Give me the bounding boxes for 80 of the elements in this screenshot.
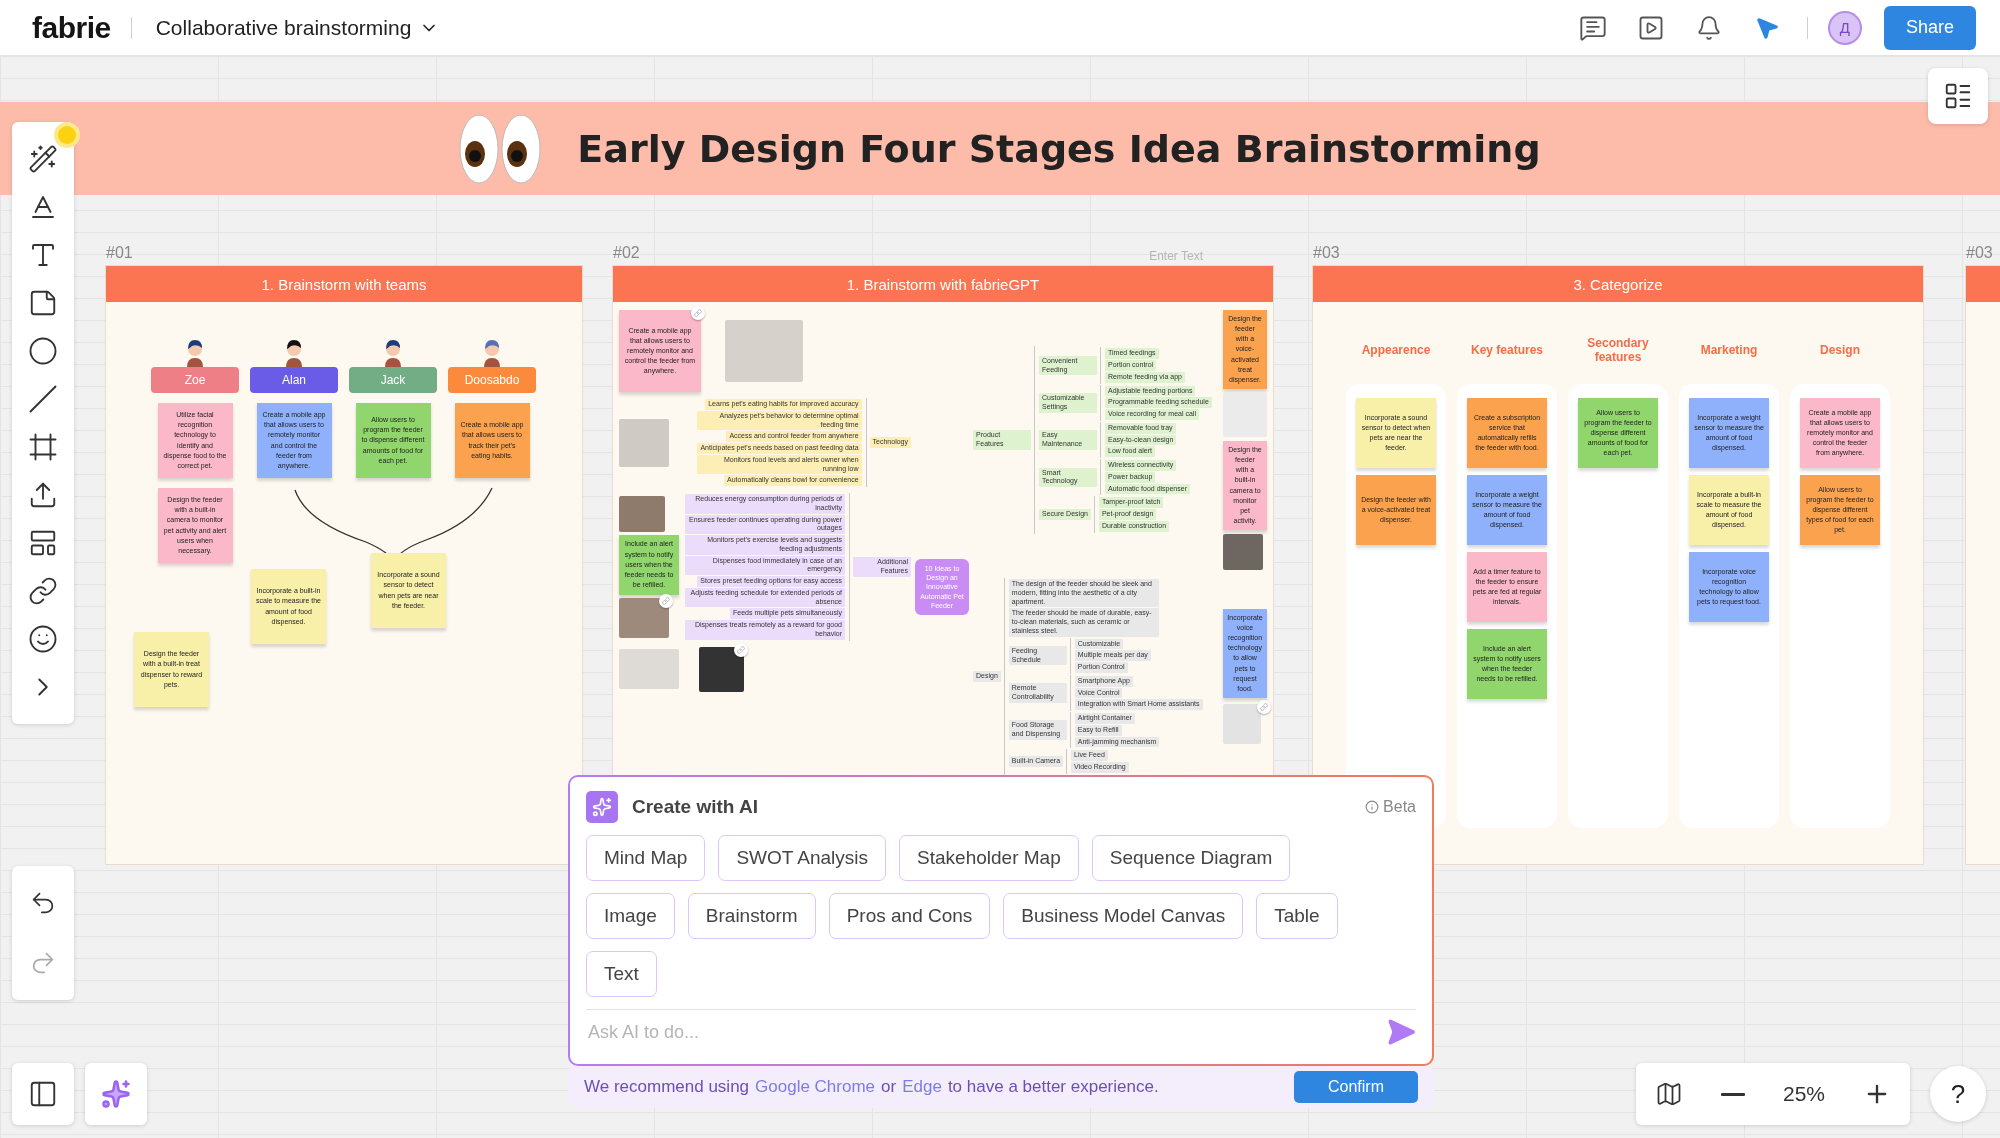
- send-button[interactable]: [1386, 1017, 1416, 1047]
- person-avatar-icon: [481, 337, 503, 367]
- photo-placeholder: [1223, 704, 1261, 745]
- sparkles-icon: [586, 791, 618, 823]
- template-option[interactable]: Table: [1256, 893, 1338, 939]
- person-avatar-icon: [382, 337, 404, 367]
- notification-dot: [58, 126, 76, 144]
- template-option[interactable]: Mind Map: [586, 835, 706, 881]
- zoom-out-button[interactable]: [1720, 1092, 1745, 1096]
- photo-placeholder: [1223, 534, 1263, 571]
- column-heading: Secondary features: [1586, 336, 1650, 364]
- link-badge-icon: [1257, 700, 1271, 715]
- zoom-level: 25%: [1782, 1082, 1825, 1106]
- frame-label: #03: [1966, 244, 1993, 262]
- sticky-note-icon: [28, 288, 58, 318]
- template-icon: [28, 528, 58, 558]
- info-icon: [1365, 800, 1380, 814]
- frame-hint: Enter Text: [1149, 249, 1203, 263]
- logo: fabrie: [32, 10, 111, 45]
- map-icon: [1655, 1080, 1683, 1108]
- photo-placeholder: [619, 418, 669, 467]
- column-heading: Key features: [1469, 343, 1544, 357]
- frame-header: 3. Categorize: [1313, 266, 1923, 302]
- panel-title: Create with AI: [632, 796, 758, 818]
- frame-icon: [28, 432, 58, 462]
- column-heading: Marketing: [1699, 343, 1759, 357]
- name-tag: Alan: [250, 367, 338, 393]
- link-icon: [28, 576, 58, 606]
- outline-button[interactable]: [1928, 68, 1988, 124]
- circle-icon: [28, 336, 58, 366]
- frame-label: #02: [613, 244, 640, 262]
- upload-icon: [28, 480, 58, 510]
- help-button[interactable]: ?: [1930, 1066, 1986, 1122]
- bell-icon: [1695, 14, 1722, 41]
- photo-placeholder: [619, 649, 679, 689]
- frame-label: #01: [106, 244, 133, 262]
- link-badge-icon: [734, 642, 748, 657]
- column-heading: Design: [1819, 343, 1861, 357]
- template-option[interactable]: SWOT Analysis: [718, 835, 887, 881]
- minimap-button[interactable]: [1655, 1080, 1683, 1108]
- column-heading: Appearence: [1360, 343, 1432, 357]
- sparkles-icon: [101, 1079, 131, 1109]
- person-avatar-icon: [184, 337, 206, 367]
- board-title-button[interactable]: Collaborative brainstorming: [151, 11, 444, 44]
- send-icon: [1386, 1017, 1416, 1047]
- template-option[interactable]: Pros and Cons: [828, 893, 991, 939]
- notice-text: or: [881, 1077, 897, 1097]
- template-option[interactable]: Stakeholder Map: [899, 835, 1079, 881]
- template-option[interactable]: Brainstorm: [687, 893, 816, 939]
- frame-header: 1. Brainstorm with fabrieGPT: [613, 266, 1273, 302]
- frame-header: 1. Brainstorm with teams: [106, 266, 582, 302]
- confirm-button[interactable]: Confirm: [1294, 1071, 1418, 1103]
- beta-label: Beta: [1383, 798, 1416, 816]
- template-option[interactable]: Text: [586, 951, 657, 997]
- frame-label: #03: [1313, 244, 1340, 262]
- layout-list-icon: [1943, 81, 1973, 111]
- photo-placeholder: [619, 597, 669, 638]
- notice-text: to have a better experience.: [947, 1077, 1159, 1097]
- photo-placeholder: [619, 495, 665, 532]
- board-heading: Early Design Four Stages Idea Brainstorming: [577, 126, 1541, 171]
- sidebar-toggle-button[interactable]: [12, 1063, 74, 1125]
- magic-wand-icon: [28, 144, 58, 174]
- ai-button[interactable]: [85, 1063, 147, 1125]
- name-tag: Doosabdo: [448, 367, 536, 393]
- sidebar-icon: [28, 1079, 58, 1109]
- template-option[interactable]: Business Model Canvas: [1003, 893, 1244, 939]
- user-avatar[interactable]: Д: [1827, 10, 1862, 45]
- photo-placeholder: [699, 646, 744, 692]
- template-option[interactable]: Image: [586, 893, 675, 939]
- notice-text: We recommend using: [584, 1077, 750, 1097]
- name-tag: Zoe: [151, 367, 239, 393]
- name-tag: Jack: [349, 367, 437, 393]
- share-button[interactable]: Share: [1883, 5, 1976, 50]
- person-avatar-icon: [283, 337, 305, 367]
- template-option[interactable]: Sequence Diagram: [1091, 835, 1291, 881]
- line-icon: [28, 384, 58, 414]
- link-badge-icon: [691, 306, 705, 320]
- eyes-icon: [459, 111, 544, 186]
- minus-icon: [1720, 1092, 1745, 1096]
- emoji-icon: [28, 624, 58, 654]
